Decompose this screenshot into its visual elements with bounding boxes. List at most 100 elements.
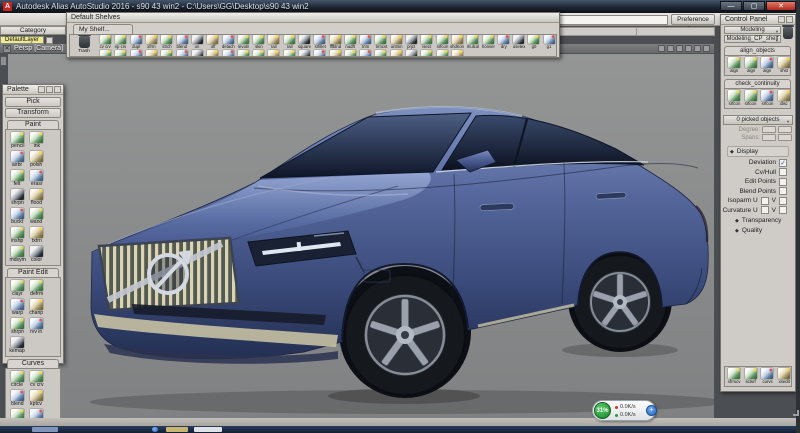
- default-shelves-window[interactable]: Default Shelves My Shelf... Trash cv crv…: [66, 12, 560, 58]
- restore-button[interactable]: ▢: [743, 1, 765, 11]
- degree-field-v[interactable]: [778, 126, 792, 133]
- viewport-header-buttons[interactable]: [658, 45, 710, 52]
- palette-btn[interactable]: [46, 86, 53, 93]
- shelf-tool[interactable]: trim: [358, 35, 373, 50]
- palette-window[interactable]: Palette Pick Transform Paint pencil ink …: [2, 84, 64, 364]
- shelf-window-title[interactable]: Default Shelves: [67, 13, 559, 23]
- palette-section-transform[interactable]: Transform: [5, 108, 61, 118]
- shelf-tool[interactable]: [297, 50, 312, 57]
- shelf-tool[interactable]: strch: [159, 35, 174, 50]
- shelf-tool[interactable]: blend: [174, 35, 189, 50]
- paint-tool[interactable]: polsh: [27, 151, 46, 168]
- taskbar-start-icon[interactable]: [152, 427, 158, 432]
- palette-btn[interactable]: [54, 86, 61, 93]
- shelf-tool[interactable]: nudft: [343, 35, 358, 50]
- car-model-3d[interactable]: [8, 54, 714, 418]
- shelf-tool[interactable]: [98, 50, 113, 57]
- taskbar-active-item[interactable]: [194, 427, 222, 432]
- shelf-tool[interactable]: shdnon: [450, 35, 465, 50]
- curves-tool[interactable]: cv crv: [27, 371, 46, 388]
- blend-points-checkbox[interactable]: [779, 187, 787, 195]
- align-tool[interactable]: algn: [759, 57, 776, 74]
- minimize-button[interactable]: —: [720, 1, 742, 11]
- shelf-tool[interactable]: rail: [266, 35, 281, 50]
- isoparm-u-checkbox[interactable]: [761, 197, 769, 205]
- continuity-tool[interactable]: srfcon: [759, 90, 776, 107]
- paint-tool[interactable]: ink: [27, 132, 46, 149]
- shelf-tool[interactable]: off: [205, 35, 220, 50]
- paint-tool[interactable]: shrpn: [8, 189, 27, 206]
- shelf-tool[interactable]: usetex: [511, 35, 526, 50]
- close-button[interactable]: ✕: [766, 1, 796, 11]
- shelf-tool[interactable]: srfillet: [312, 35, 327, 50]
- shelf-tool[interactable]: g1: [542, 35, 557, 50]
- shelf-tool[interactable]: square: [297, 35, 312, 50]
- shelf-tool[interactable]: [113, 50, 128, 57]
- tab-check-continuity[interactable]: check_continuity: [724, 79, 791, 88]
- shelf-tool[interactable]: dry: [496, 35, 511, 50]
- continuity-tool[interactable]: srfcon: [743, 90, 760, 107]
- cp-btn[interactable]: [786, 16, 793, 23]
- shelf-tool[interactable]: cv crv: [98, 35, 113, 50]
- palette-section-paint-edit[interactable]: Paint Edit: [7, 268, 59, 277]
- curvature-u-checkbox[interactable]: [761, 206, 769, 214]
- control-panel-title[interactable]: Control Panel: [721, 15, 795, 25]
- cp-bottom-tool[interactable]: sctsrf: [743, 368, 760, 385]
- paint-tool[interactable]: wand: [27, 208, 46, 225]
- shelf-tool[interactable]: untrim: [389, 35, 404, 50]
- cvhull-checkbox[interactable]: [779, 168, 787, 176]
- resize-grip-icon[interactable]: [793, 410, 799, 416]
- shelf-tool[interactable]: [205, 50, 220, 57]
- shelf-tool[interactable]: [220, 50, 235, 57]
- shelf-tool[interactable]: [159, 50, 174, 57]
- curves-tool[interactable]: kptcv: [27, 390, 46, 407]
- cp-shelf-dropdown[interactable]: Modeling_CP_shelf▼: [724, 35, 781, 43]
- shelf-tool[interactable]: skin: [251, 35, 266, 50]
- paint-edit-tool[interactable]: clayr: [8, 280, 27, 297]
- paint-tool[interactable]: airbr: [8, 151, 27, 168]
- control-panel-window[interactable]: Control Panel Modeling▼ Modeling_CP_shel…: [720, 14, 796, 392]
- shelf-tool[interactable]: [327, 50, 342, 57]
- paint-tool[interactable]: color: [27, 246, 46, 263]
- cp-bottom-tool[interactable]: curvs: [759, 368, 776, 385]
- taskbar-folder-item[interactable]: [166, 427, 188, 432]
- curves-tool[interactable]: blend: [8, 390, 27, 407]
- tab-my-shelf[interactable]: My Shelf...: [73, 24, 133, 34]
- shelf-tool[interactable]: [373, 50, 388, 57]
- taskbar-item[interactable]: [32, 427, 58, 432]
- shelf-tool[interactable]: [389, 50, 404, 57]
- shelf-tool[interactable]: on: [190, 35, 205, 50]
- shelf-tool[interactable]: [236, 50, 251, 57]
- cp-bottom-tool[interactable]: xsedit: [776, 368, 793, 385]
- shelf-tool[interactable]: [129, 50, 144, 57]
- spans-field-u[interactable]: [762, 134, 776, 141]
- paint-edit-tool[interactable]: rvv in: [27, 318, 46, 335]
- paint-tool[interactable]: felt: [8, 170, 27, 187]
- display-section-header[interactable]: ◆ Display: [727, 146, 789, 157]
- paint-edit-tool[interactable]: warp: [8, 299, 27, 316]
- shelf-tool[interactable]: [450, 50, 465, 57]
- viewport-canvas[interactable]: [8, 54, 714, 418]
- shelf-tool[interactable]: trmcvt: [373, 35, 388, 50]
- cp-btn[interactable]: [778, 16, 785, 23]
- shelf-tool[interactable]: [312, 50, 327, 57]
- shelf-tool[interactable]: [435, 50, 450, 57]
- shelf-tool[interactable]: rail: [282, 35, 297, 50]
- align-tool[interactable]: algn: [743, 57, 760, 74]
- edit-points-checkbox[interactable]: [779, 178, 787, 186]
- shelf-tool[interactable]: fffblnd: [327, 35, 342, 50]
- preference-sets-button[interactable]: Preference Sets: [671, 14, 715, 25]
- shelf-tool[interactable]: xfrm: [144, 35, 159, 50]
- shelf-tool[interactable]: dupl: [129, 35, 144, 50]
- layer-toggle-box[interactable]: [46, 37, 53, 44]
- shelf-tool[interactable]: g0: [526, 35, 541, 50]
- paint-tool[interactable]: txtrn: [27, 227, 46, 244]
- shelf-tool[interactable]: honver: [480, 35, 495, 50]
- shelf-tool[interactable]: [358, 50, 373, 57]
- tab-align-objects[interactable]: align_objects: [724, 46, 791, 55]
- category-dropdown[interactable]: Category: [0, 26, 66, 35]
- windows-taskbar[interactable]: [0, 426, 800, 433]
- paint-tool[interactable]: flood: [27, 189, 46, 206]
- palette-btn[interactable]: [38, 86, 45, 93]
- paint-tool[interactable]: mdsym: [8, 246, 27, 263]
